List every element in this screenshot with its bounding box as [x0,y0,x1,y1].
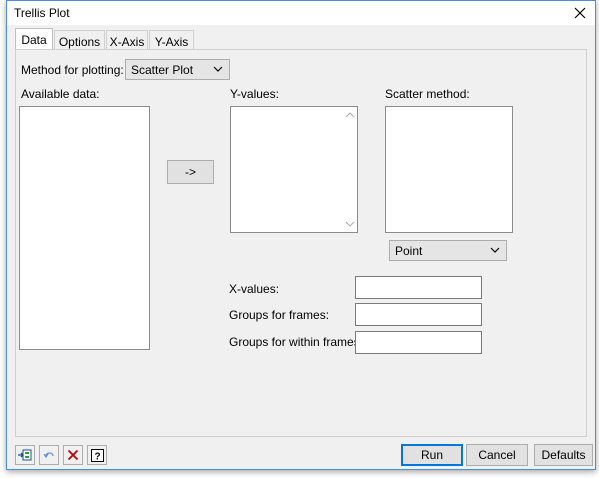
trellis-plot-dialog: Trellis Plot Data Options X-Axis Y-Axis … [6,0,596,470]
groups-frames-field[interactable] [355,303,482,326]
method-label: Method for plotting: [21,63,124,77]
data-tab-panel: Method for plotting: Scatter Plot Availa… [15,49,587,437]
groups-within-field[interactable] [355,331,482,354]
window-title: Trellis Plot [14,6,70,20]
cancel-button[interactable]: Cancel [466,444,528,466]
groups-frames-label: Groups for frames: [229,308,330,322]
scatter-method-label: Scatter method: [385,87,470,101]
scroll-up-icon[interactable] [345,111,355,119]
defaults-button[interactable]: Defaults [534,444,593,466]
help-button[interactable]: ? [87,445,107,465]
y-values-label: Y-values: [230,87,279,101]
groups-within-label: Groups for within frames: [229,335,364,349]
x-values-label: X-values: [229,282,280,296]
available-data-label: Available data: [21,87,100,101]
tab-data[interactable]: Data [15,28,53,50]
undo-button[interactable] [39,445,59,465]
scatter-method-select-value: Point [395,244,423,258]
pin-to-spreadsheet-icon [18,449,32,461]
close-button[interactable] [569,2,591,24]
title-bar: Trellis Plot [7,1,595,25]
chevron-down-icon [213,66,223,72]
y-values-list[interactable] [230,106,358,233]
available-data-list[interactable] [19,106,150,350]
help-icon: ? [90,448,104,462]
clear-button[interactable] [63,445,83,465]
tab-y-axis[interactable]: Y-Axis [149,30,194,49]
undo-icon [43,452,54,459]
method-select[interactable]: Scatter Plot [125,59,230,80]
method-select-value: Scatter Plot [131,63,194,77]
scatter-method-select[interactable]: Point [389,240,507,261]
x-values-field[interactable] [355,276,482,299]
chevron-down-icon [490,247,500,253]
tab-x-axis[interactable]: X-Axis [106,30,148,49]
close-icon [574,7,586,19]
clear-x-icon [67,449,79,461]
move-to-field-button[interactable]: -> [167,160,214,184]
pin-button[interactable] [15,445,35,465]
tab-options[interactable]: Options [54,30,105,49]
run-button[interactable]: Run [401,444,463,466]
svg-text:?: ? [94,451,100,462]
scatter-method-list[interactable] [385,106,513,233]
scroll-down-icon[interactable] [345,220,355,228]
